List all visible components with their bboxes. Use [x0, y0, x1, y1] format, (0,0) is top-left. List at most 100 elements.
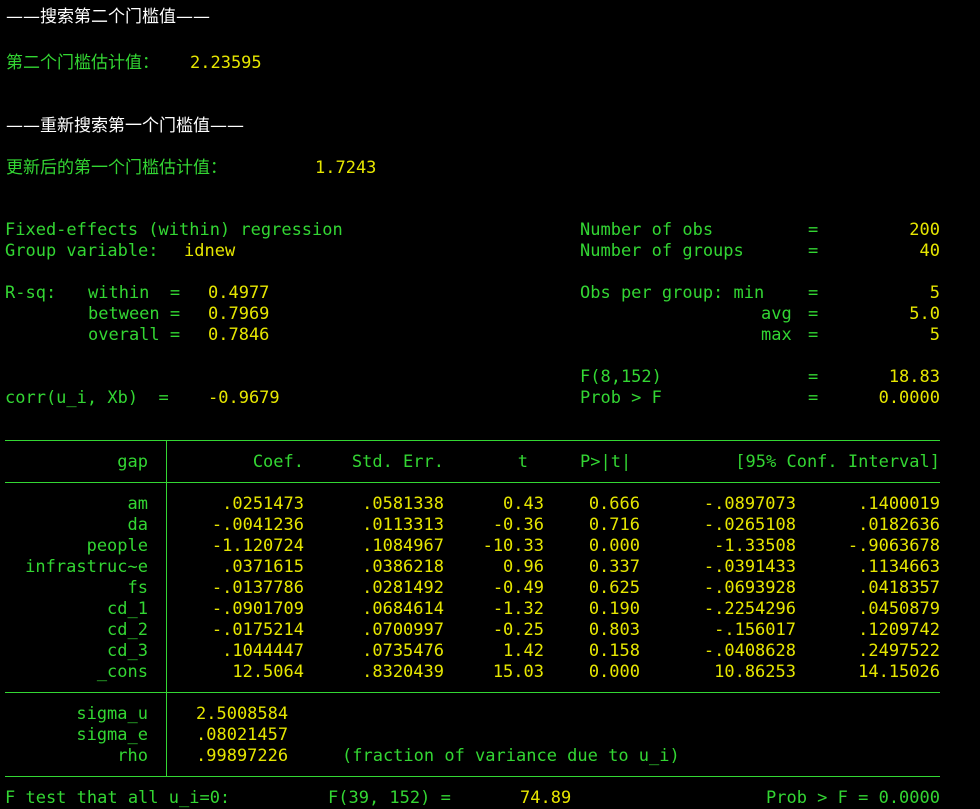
col-conf-interval: [95% Conf. Interval]: [735, 452, 940, 472]
row-varname: cd_3: [107, 641, 148, 661]
f-stat-value: 18.83: [888, 367, 940, 387]
prob-f-label: Prob > F: [580, 388, 662, 408]
row-coef: -.0901709: [211, 599, 304, 619]
row-coef: -1.120724: [211, 536, 304, 556]
first-threshold-value: 1.7243: [315, 158, 377, 178]
row-ci-low: -.156017: [714, 620, 796, 640]
row-ci-low: -.0391433: [703, 557, 796, 577]
row-ci-high: .1400019: [858, 494, 940, 514]
rsq-between-label: between =: [88, 304, 191, 324]
row-varname: cd_1: [107, 599, 148, 619]
row-ci-high: .0418357: [858, 578, 940, 598]
rsq-overall-value: 0.7846: [208, 325, 270, 345]
row-ci-low: -.0693928: [703, 578, 796, 598]
row-ci-low: -.0897073: [703, 494, 796, 514]
row-ci-high: 14.15026: [858, 662, 940, 682]
row-ci-high: .0182636: [858, 515, 940, 535]
obs-per-group-min-label: Obs per group: min: [580, 283, 765, 303]
probf-eq: =: [808, 388, 819, 408]
corr-value: -0.9679: [208, 388, 280, 408]
row-coef: -.0041236: [211, 515, 304, 535]
table-bottom-rule: [5, 776, 940, 777]
col-coef: Coef.: [252, 452, 304, 472]
row-pvalue: 0.190: [588, 599, 640, 619]
row-t: -10.33: [482, 536, 544, 556]
row-stderr: .1084967: [362, 536, 444, 556]
rsq-overall-label: overall =: [88, 325, 191, 345]
rho-note: (fraction of variance due to u_i): [342, 746, 680, 766]
row-t: 0.96: [503, 557, 544, 577]
nobs-label: Number of obs: [580, 220, 714, 240]
row-varname: _cons: [96, 662, 148, 682]
row-stderr: .0700997: [362, 620, 444, 640]
col-pvalue: P>|t|: [580, 452, 632, 472]
row-t: 1.42: [503, 641, 544, 661]
row-ci-low: 10.86253: [714, 662, 796, 682]
row-stderr: .0735476: [362, 641, 444, 661]
row-stderr: .0386218: [362, 557, 444, 577]
row-stderr: .0113313: [362, 515, 444, 535]
ngroups-value: 40: [919, 241, 940, 261]
col-t: t: [517, 452, 528, 472]
row-varname: people: [86, 536, 148, 556]
second-threshold-label: 第二个门槛估计值：: [6, 53, 159, 73]
col-stderr: Std. Err.: [351, 452, 444, 472]
f-eq: =: [808, 367, 819, 387]
row-t: 15.03: [492, 662, 544, 682]
row-coef: .0371615: [222, 557, 304, 577]
rsq-between-value: 0.7969: [208, 304, 270, 324]
row-pvalue: 0.803: [588, 620, 640, 640]
row-varname: cd_2: [107, 620, 148, 640]
row-ci-high: .2497522: [858, 641, 940, 661]
table-vertical-rule: [166, 440, 167, 776]
max-eq: =: [808, 325, 819, 345]
row-stderr: .0684614: [362, 599, 444, 619]
row-t: 0.43: [503, 494, 544, 514]
corr-label: corr(u_i, Xb) =: [5, 388, 179, 408]
row-ci-low: -.2254296: [703, 599, 796, 619]
row-coef: .1044447: [222, 641, 304, 661]
row-ci-high: .0450879: [858, 599, 940, 619]
row-varname: infrastruc~e: [25, 557, 148, 577]
prob-f-value: 0.0000: [878, 388, 940, 408]
rho-value: .99897226: [196, 746, 289, 766]
first-threshold-label: 更新后的第一个门槛估计值：: [6, 158, 227, 178]
obs-avg-value: 5.0: [909, 304, 940, 324]
sigma-u-label: sigma_u: [76, 704, 148, 724]
ngroups-label: Number of groups: [580, 241, 744, 261]
row-stderr: .0281492: [362, 578, 444, 598]
regression-title: Fixed-effects (within) regression: [5, 220, 343, 240]
obs-avg-label: avg: [761, 304, 792, 324]
row-ci-low: -.0265108: [703, 515, 796, 535]
sigma-e-label: sigma_e: [76, 725, 148, 745]
row-ci-high: .1134663: [858, 557, 940, 577]
min-eq: =: [808, 283, 819, 303]
row-pvalue: 0.337: [588, 557, 640, 577]
obs-max-label: max: [761, 325, 792, 345]
sigma-e-value: .08021457: [196, 725, 289, 745]
nobs-eq: =: [808, 220, 819, 240]
nobs-value: 200: [909, 220, 940, 240]
row-ci-low: -.0408628: [703, 641, 796, 661]
row-t: -0.25: [492, 620, 544, 640]
row-ci-high: .1209742: [858, 620, 940, 640]
row-varname: fs: [127, 578, 148, 598]
row-pvalue: 0.158: [588, 641, 640, 661]
row-coef: -.0137786: [211, 578, 304, 598]
row-t: -0.36: [492, 515, 544, 535]
row-coef: .0251473: [222, 494, 304, 514]
obs-max-value: 5: [929, 325, 940, 345]
group-variable-label: Group variable:: [5, 241, 169, 261]
row-varname: am: [127, 494, 148, 514]
row-coef: 12.5064: [232, 662, 304, 682]
depvar-header: gap: [117, 452, 148, 472]
row-stderr: .0581338: [362, 494, 444, 514]
row-pvalue: 0.716: [588, 515, 640, 535]
ngroups-eq: =: [808, 241, 819, 261]
research-first-threshold-heading: ——重新搜索第一个门槛值——: [6, 116, 244, 136]
second-threshold-value: 2.23595: [190, 53, 262, 73]
table-top-rule: [5, 440, 940, 441]
obs-min-value: 5: [929, 283, 940, 303]
row-ci-low: -1.33508: [714, 536, 796, 556]
avg-eq: =: [808, 304, 819, 324]
